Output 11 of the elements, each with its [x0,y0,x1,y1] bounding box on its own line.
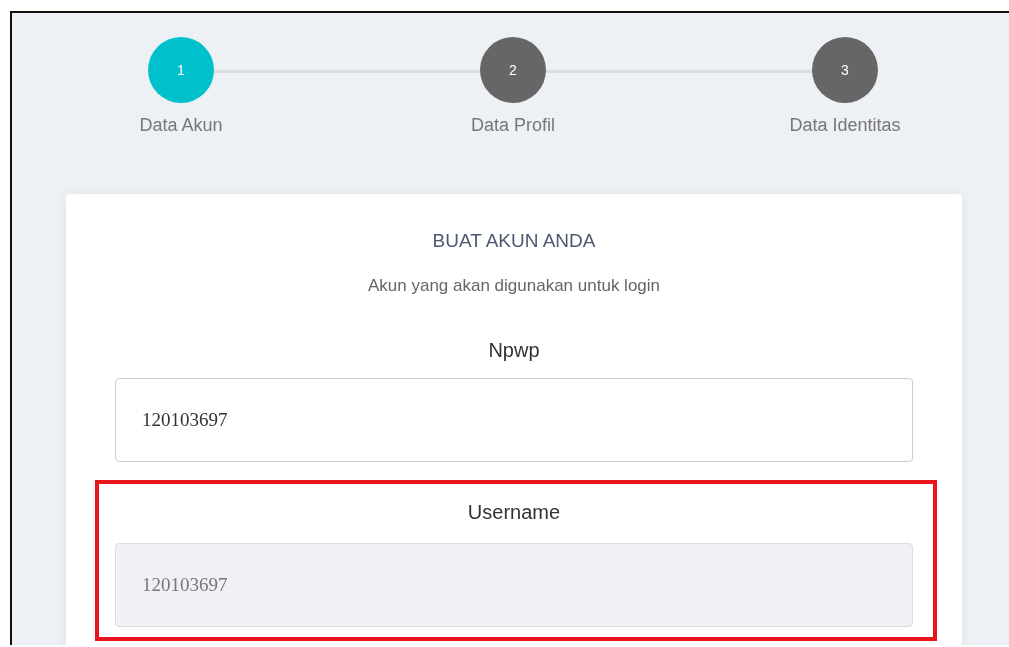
step-label: Data Akun [139,115,223,136]
form-title: BUAT AKUN ANDA [432,230,596,252]
input-field[interactable]: 120103697 [115,378,913,462]
step-label: Data Identitas [789,115,901,136]
form-subtitle: Akun yang akan digunakan untuk login [367,276,661,296]
step-circle: 1 [148,37,214,103]
field-label: Npwp [488,339,540,362]
step-circle: 3 [812,37,878,103]
step-circle: 2 [480,37,546,103]
field-label: Username [467,501,561,524]
step-label: Data Profil [470,115,555,136]
